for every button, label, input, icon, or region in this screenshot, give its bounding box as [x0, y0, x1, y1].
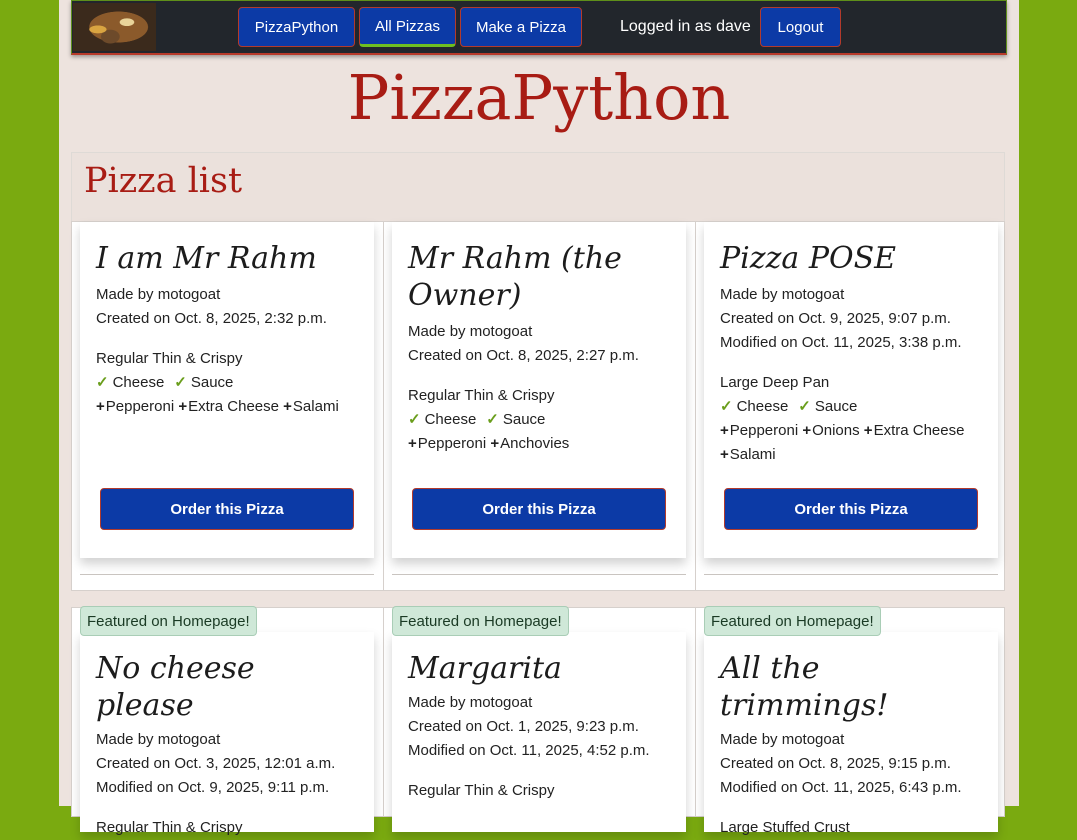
topping-label: Salami	[292, 398, 339, 415]
panel-title: Pizza list	[84, 161, 243, 201]
plus-icon: +	[283, 398, 292, 415]
topping-label: Onions	[812, 422, 860, 439]
pizza-name: Margarita	[408, 651, 562, 686]
order-pizza-button[interactable]: Order this Pizza	[100, 488, 354, 530]
topping-label: Cheese	[736, 398, 789, 415]
created-date: Created on Oct. 8, 2025, 9:15 p.m.	[720, 755, 951, 772]
topping-label: Cheese	[112, 374, 165, 391]
order-pizza-button[interactable]: Order this Pizza	[412, 488, 666, 530]
pizza-column: All the trimmings! Made by motogoat Crea…	[696, 606, 1004, 836]
topping-label: Salami	[729, 446, 776, 463]
modified-date: Modified on Oct. 11, 2025, 6:43 p.m.	[720, 779, 962, 796]
pizza-column: Mr Rahm (the Owner) Made by motogoat Cre…	[384, 222, 696, 590]
modified-date: Modified on Oct. 11, 2025, 4:52 p.m.	[408, 742, 650, 759]
topping-label: Sauce	[814, 398, 858, 415]
logout-button[interactable]: Logout	[760, 7, 841, 47]
pizza-size: Regular Thin & Crispy	[96, 819, 243, 836]
pizza-column: Margarita Made by motogoat Created on Oc…	[384, 606, 696, 832]
topping-label: Pepperoni	[105, 398, 175, 415]
pizza-name: I am Mr Rahm	[96, 241, 317, 276]
base-toppings: ✓ Cheese ✓ Sauce	[408, 408, 670, 432]
check-icon: ✓	[486, 411, 499, 428]
plus-icon: +	[408, 435, 417, 452]
navbar: PizzaPython All Pizzas Make a Pizza Logg…	[71, 0, 1007, 55]
made-by: Made by motogoat	[96, 731, 221, 748]
created-date: Created on Oct. 9, 2025, 9:07 p.m.	[720, 310, 951, 327]
made-by: Made by motogoat	[720, 286, 845, 303]
pizza-size: Large Stuffed Crust	[720, 819, 850, 836]
pizza-size: Large Deep Pan	[720, 374, 830, 391]
check-icon: ✓	[408, 411, 421, 428]
pizza-row-2: No cheese please Made by motogoat Create…	[71, 606, 1005, 836]
pizza-card: Margarita Made by motogoat Created on Oc…	[392, 632, 686, 832]
nav-brand-button[interactable]: PizzaPython	[238, 7, 355, 47]
divider	[80, 574, 374, 575]
panel-header: Pizza list	[71, 152, 1005, 222]
created-date: Created on Oct. 1, 2025, 9:23 p.m.	[408, 718, 639, 735]
plus-icon: +	[720, 422, 729, 439]
created-date: Created on Oct. 3, 2025, 12:01 a.m.	[96, 755, 336, 772]
made-by: Made by motogoat	[408, 694, 533, 711]
check-icon: ✓	[174, 374, 187, 391]
pizza-name: All the trimmings!	[720, 651, 889, 723]
pizza-name: No cheese please	[96, 651, 255, 723]
plus-icon: +	[720, 446, 729, 463]
pizza-card: Mr Rahm (the Owner) Made by motogoat Cre…	[392, 222, 686, 558]
check-icon: ✓	[798, 398, 811, 415]
pizza-card: No cheese please Made by motogoat Create…	[80, 632, 374, 836]
made-by: Made by motogoat	[96, 286, 221, 303]
plus-icon: +	[490, 435, 500, 452]
topping-label: Pepperoni	[417, 435, 487, 452]
plus-icon: +	[863, 422, 873, 439]
made-by: Made by motogoat	[720, 731, 845, 748]
check-icon: ✓	[720, 398, 733, 415]
pizza-card: All the trimmings! Made by motogoat Crea…	[704, 632, 998, 836]
pizza-size: Regular Thin & Crispy	[96, 350, 243, 367]
pizza-logo-image[interactable]	[73, 3, 156, 51]
modified-date: Modified on Oct. 11, 2025, 3:38 p.m.	[720, 334, 962, 351]
created-date: Created on Oct. 8, 2025, 2:32 p.m.	[96, 310, 327, 327]
pizza-name: Pizza POSE	[720, 241, 897, 276]
logged-in-text: Logged in as dave	[620, 18, 751, 35]
topping-label: Extra Cheese	[188, 398, 279, 415]
order-pizza-button[interactable]: Order this Pizza	[724, 488, 978, 530]
divider	[704, 574, 998, 575]
divider	[392, 574, 686, 575]
featured-badge: Featured on Homepage!	[704, 606, 881, 636]
pizza-card: I am Mr Rahm Made by motogoat Created on…	[80, 222, 374, 558]
topping-label: Sauce	[502, 411, 546, 428]
site-title: PizzaPython	[347, 61, 731, 134]
pizza-row-1: I am Mr Rahm Made by motogoat Created on…	[71, 221, 1005, 591]
pizza-column: Pizza POSE Made by motogoat Created on O…	[696, 222, 1004, 590]
base-toppings: ✓ Cheese ✓ Sauce	[96, 371, 358, 395]
extra-toppings: +Pepperoni +Anchovies	[408, 432, 670, 456]
featured-badge: Featured on Homepage!	[80, 606, 257, 636]
extra-toppings: +Pepperoni +Extra Cheese +Salami	[96, 395, 358, 419]
nav-all-pizzas-button[interactable]: All Pizzas	[359, 7, 456, 47]
featured-badge: Featured on Homepage!	[392, 606, 569, 636]
topping-label: Cheese	[424, 411, 477, 428]
pizza-column: No cheese please Made by motogoat Create…	[72, 606, 384, 836]
page: PizzaPython All Pizzas Make a Pizza Logg…	[59, 0, 1019, 836]
topping-label: Sauce	[190, 374, 234, 391]
plus-icon: +	[178, 398, 188, 415]
plus-icon: +	[802, 422, 812, 439]
modified-date: Modified on Oct. 9, 2025, 9:11 p.m.	[96, 779, 330, 796]
pizza-name: Mr Rahm (the Owner)	[408, 241, 622, 313]
pizza-card: Pizza POSE Made by motogoat Created on O…	[704, 222, 998, 558]
base-toppings: ✓ Cheese ✓ Sauce	[720, 395, 982, 419]
pizza-column: I am Mr Rahm Made by motogoat Created on…	[72, 222, 384, 590]
pizza-size: Regular Thin & Crispy	[408, 782, 555, 799]
check-icon: ✓	[96, 374, 109, 391]
topping-label: Anchovies	[500, 435, 570, 452]
created-date: Created on Oct. 8, 2025, 2:27 p.m.	[408, 347, 639, 364]
topping-label: Pepperoni	[729, 422, 799, 439]
plus-icon: +	[96, 398, 105, 415]
topping-label: Extra Cheese	[873, 422, 965, 439]
extra-toppings: +Pepperoni +Onions +Extra Cheese +Salami	[720, 419, 982, 467]
pizza-size: Regular Thin & Crispy	[408, 387, 555, 404]
nav-make-pizza-button[interactable]: Make a Pizza	[460, 7, 582, 47]
made-by: Made by motogoat	[408, 323, 533, 340]
